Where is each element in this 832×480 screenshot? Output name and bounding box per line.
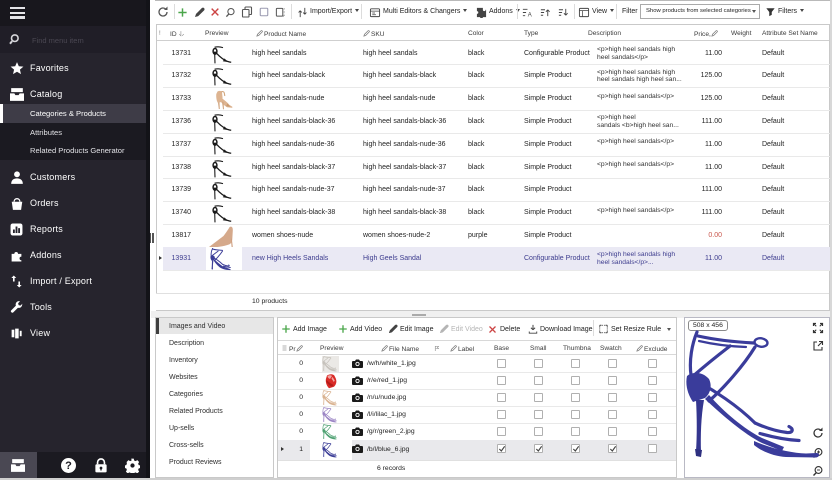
svg-text:A: A: [528, 12, 532, 17]
